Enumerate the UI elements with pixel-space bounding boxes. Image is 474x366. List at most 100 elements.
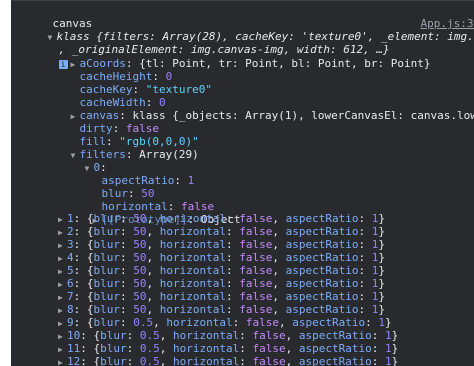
punct: , (159, 329, 173, 342)
punct: : { (73, 277, 94, 290)
prop-filters[interactable]: ▼ filters: Array(29) (44, 134, 199, 161)
filter-item-row[interactable]: ▶ 1: {blur: 50, horizontal: false, aspect… (58, 212, 385, 226)
filter-item-row[interactable]: ▶ 9: {blur: 0.5, horizontal: false, aspec… (58, 316, 392, 330)
prop-key: blur (93, 264, 121, 277)
filter0-prototype[interactable]: ▶ [[Prototype]]: Object (66, 199, 241, 226)
prop-key: aspectRatio (285, 264, 359, 277)
filter0-horizontal: horizontal: false (101, 200, 215, 213)
prop-aCoords[interactable]: ▶ aCoords: {tl: Point, tr: Point, bl: Poi… (44, 43, 431, 70)
filter-index: 1 (67, 212, 74, 225)
punct: : (225, 264, 240, 277)
punct: } (378, 238, 385, 251)
filter-index: 10 (67, 329, 81, 342)
horizontal-value: false (239, 264, 273, 277)
prop-key: horizontal (159, 303, 226, 316)
prop-key: blur (93, 251, 121, 264)
prop-canvas[interactable]: ▶ canvas: klass {_objects: Array(1), lowe… (44, 95, 474, 122)
punct: : { (73, 225, 94, 238)
punct: : (225, 225, 240, 238)
filter-item-row[interactable]: ▶ 6: {blur: 50, horizontal: false, aspect… (58, 277, 385, 291)
punct: } (378, 264, 385, 277)
punct: : { (80, 342, 101, 355)
prop-key: horizontal (173, 355, 240, 366)
filter-item-row[interactable]: ▶ 11: {blur: 0.5, horizontal: false, aspe… (58, 342, 398, 356)
blur-value: 50 (133, 277, 147, 290)
filter-index: 6 (67, 277, 74, 290)
horizontal-value: false (252, 329, 286, 342)
prop-cacheHeight: cacheHeight: 0 (79, 70, 173, 83)
blur-value: 50 (133, 212, 147, 225)
filter-item-row[interactable]: ▶ 12: {blur: 0.5, horizontal: false, aspe… (58, 355, 398, 366)
prop-key: aspectRatio (285, 290, 359, 303)
prop-key: horizontal (159, 212, 226, 225)
prop-key: blur (93, 303, 121, 316)
punct: , (272, 264, 286, 277)
punct: , (272, 225, 286, 238)
filter-item-row[interactable]: ▶ 4: {blur: 50, horizontal: false, aspect… (58, 251, 385, 265)
punct: } (378, 303, 385, 316)
punct: , (146, 290, 160, 303)
filter-item-row[interactable]: ▶ 7: {blur: 50, horizontal: false, aspect… (58, 290, 385, 304)
filter-item-row[interactable]: ▶ 10: {blur: 0.5, horizontal: false, aspe… (58, 329, 398, 343)
punct: } (378, 212, 385, 225)
punct: : (358, 264, 372, 277)
punct: : (126, 329, 140, 342)
prop-key: horizontal (159, 238, 226, 251)
filter-index: 5 (67, 264, 74, 277)
filter-item-row[interactable]: ▶ 2: {blur: 50, horizontal: false, aspect… (58, 225, 385, 239)
punct: } (378, 277, 385, 290)
punct: , (272, 251, 286, 264)
prop-key: aspectRatio (285, 238, 359, 251)
collapsed-triangle-icon[interactable]: ▶ (58, 356, 67, 366)
punct: : (358, 212, 372, 225)
horizontal-value: false (239, 238, 273, 251)
object-summary-cont: , _originalElement: img.canvas-img, widt… (32, 29, 390, 69)
prop-key: horizontal (159, 290, 226, 303)
punct: } (378, 251, 385, 264)
punct: : { (73, 251, 94, 264)
punct: , (146, 212, 160, 225)
punct: : (126, 342, 140, 355)
filter-0[interactable]: ▼ 0: (58, 147, 107, 174)
punct: } (391, 355, 399, 366)
punct: : (225, 238, 240, 251)
punct: , (146, 264, 160, 277)
object-summary[interactable]: ▼ klass {filters: Array(28), cacheKey: 't… (21, 16, 474, 43)
punct: : (120, 290, 134, 303)
punct: : (225, 277, 240, 290)
filter0-aspectRatio: aspectRatio: 1 (101, 174, 195, 187)
prop-key: horizontal (166, 316, 233, 329)
punct: : (225, 251, 240, 264)
filter-index: 2 (67, 225, 74, 238)
source-link-row[interactable]: App.js:371 (394, 3, 474, 30)
punct: : (371, 355, 385, 366)
horizontal-value: false (239, 212, 273, 225)
punct: : (358, 303, 372, 316)
prop-key: aspectRatio (298, 355, 372, 366)
punct: , (153, 316, 167, 329)
punct: : (239, 355, 253, 366)
prop-key: blur (93, 316, 121, 329)
blur-value: 50 (133, 238, 147, 251)
punct: : (239, 342, 253, 355)
prop-key: horizontal (159, 225, 226, 238)
punct: : (120, 303, 134, 316)
prop-key: blur (100, 329, 127, 342)
punct: , (285, 355, 299, 366)
prop-key: aspectRatio (285, 225, 359, 238)
punct: , (146, 303, 160, 316)
filter-index: 8 (67, 303, 74, 316)
filter-item-row[interactable]: ▶ 5: {blur: 50, horizontal: false, aspect… (58, 264, 385, 278)
punct: } (378, 290, 385, 303)
prop-fill: fill: "rgb(0,0,0)" (79, 135, 199, 148)
punct: , (272, 290, 286, 303)
console-panel: canvas App.js:371 ▼klass {filters: Array… (11, 0, 474, 366)
punct: : (358, 277, 372, 290)
punct: : (358, 290, 372, 303)
blur-value: 0.5 (139, 342, 160, 355)
punct: } (384, 316, 392, 329)
filter-item-row[interactable]: ▶ 3: {blur: 50, horizontal: false, aspect… (58, 238, 385, 252)
prop-key: horizontal (173, 329, 240, 342)
punct: : { (73, 238, 94, 251)
filter-item-row[interactable]: ▶ 8: {blur: 50, horizontal: false, aspect… (58, 303, 385, 317)
